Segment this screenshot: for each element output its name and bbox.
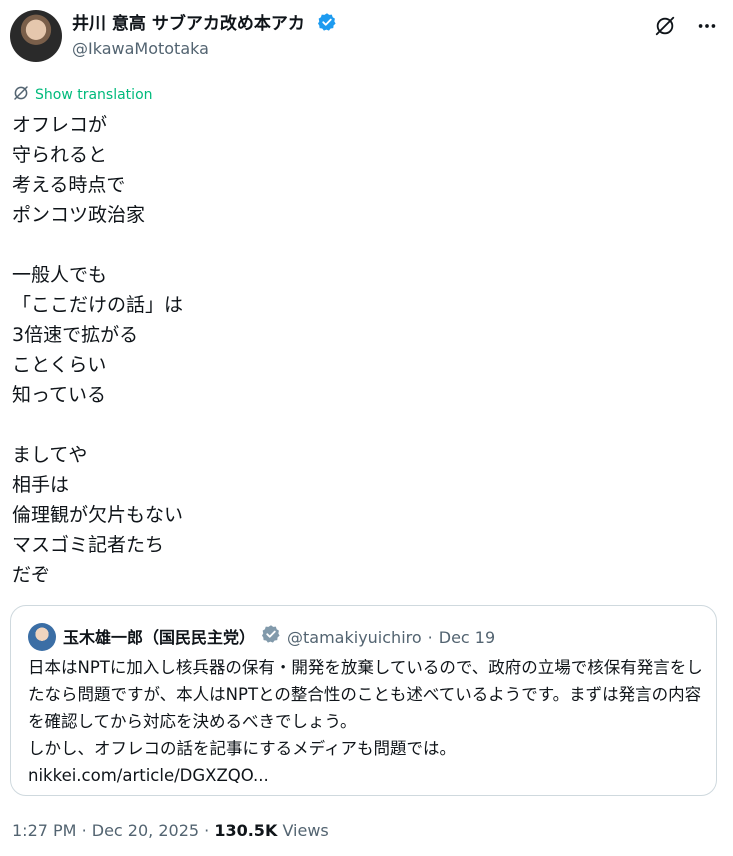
quote-avatar (28, 623, 56, 651)
tweet-footer: 1:27 PM · Dec 20, 2025 · 130.5K Views (12, 819, 329, 843)
quote-link[interactable]: nikkei.com/article/DGXZQO... (28, 762, 708, 789)
quote-verified-icon (261, 624, 281, 651)
post-date[interactable]: Dec 20, 2025 (92, 821, 199, 840)
show-translation-label: Show translation (35, 87, 153, 103)
author-handle[interactable]: @IkawaMototaka (72, 38, 209, 60)
grok-icon[interactable] (653, 14, 677, 38)
quote-author-handle: @tamakiyuichiro (287, 627, 422, 647)
show-translation-link[interactable]: Show translation (12, 84, 153, 106)
views-count: 130.5K (214, 821, 278, 840)
quote-text: 日本はNPTに加入し核兵器の保有・開発を放棄しているので、政府の立場で核保有発言… (28, 658, 703, 758)
more-icon[interactable] (695, 14, 719, 38)
author-name[interactable]: 井川 意高 サブアカ改め本アカ (72, 12, 337, 39)
quote-separator: · (427, 627, 433, 647)
views-label: Views (282, 821, 329, 840)
quoted-tweet[interactable]: 玉木雄一郎（国民民主党） @tamakiyuichiro · Dec 19 日本… (10, 605, 717, 796)
author-avatar[interactable] (10, 10, 62, 62)
post-time[interactable]: 1:27 PM (12, 821, 76, 840)
verified-badge-icon (317, 12, 337, 39)
tweet-text: オフレコが 守られると 考える時点で ポンコツ政治家 一般人でも 「ここだけの話… (12, 114, 184, 586)
top-actions (653, 14, 719, 38)
quote-header: 玉木雄一郎（国民民主党） @tamakiyuichiro · Dec 19 (63, 624, 495, 651)
author-name-text: 井川 意高 サブアカ改め本アカ (72, 14, 305, 34)
footer-separator: · (81, 821, 87, 840)
footer-separator-2: · (204, 821, 210, 840)
quote-body: 日本はNPTに加入し核兵器の保有・開発を放棄しているので、政府の立場で核保有発言… (28, 654, 708, 789)
quote-author-name: 玉木雄一郎（国民民主党） (63, 627, 256, 647)
quote-date: Dec 19 (438, 627, 496, 647)
translate-icon (12, 84, 30, 106)
